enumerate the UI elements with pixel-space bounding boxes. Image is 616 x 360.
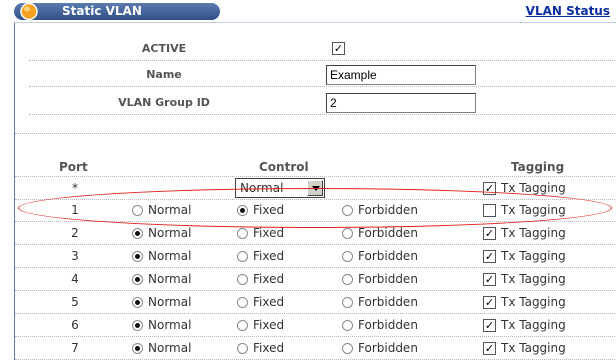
normal-label: Normal (148, 272, 192, 286)
fixed-label: Fixed (253, 318, 285, 332)
table-row: 3 Normal Fixed Forbidden ✓ Tx Tagging (15, 246, 616, 268)
fixed-label: Fixed (253, 272, 285, 286)
port-number: * (72, 181, 78, 195)
tx-tagging-checkbox[interactable]: ✓ (483, 227, 496, 240)
tx-tagging-checkbox[interactable] (483, 204, 496, 217)
normal-label: Normal (148, 295, 192, 309)
control-select[interactable]: Normal (235, 178, 325, 198)
port-number: 4 (71, 272, 79, 286)
chevron-down-icon[interactable] (307, 180, 323, 196)
port-number: 3 (71, 249, 79, 263)
table-row: 4 Normal Fixed Forbidden ✓ Tx Tagging (15, 269, 616, 291)
tx-tagging-label: Tx Tagging (501, 226, 566, 240)
table-row: 6 Normal Fixed Forbidden ✓ Tx Tagging (15, 315, 616, 337)
normal-radio[interactable] (132, 205, 143, 216)
tx-tagging-checkbox[interactable]: ✓ (483, 182, 496, 195)
tx-tagging-checkbox[interactable]: ✓ (483, 296, 496, 309)
tx-tagging-label: Tx Tagging (501, 318, 566, 332)
forbidden-radio[interactable] (342, 343, 353, 354)
forbidden-label: Forbidden (358, 272, 418, 286)
port-number: 7 (71, 341, 79, 355)
table-row: 5 Normal Fixed Forbidden ✓ Tx Tagging (15, 292, 616, 314)
table-row: 7 Normal Fixed Forbidden ✓ Tx Tagging (15, 338, 616, 360)
tx-tagging-checkbox[interactable]: ✓ (483, 342, 496, 355)
fixed-label: Fixed (253, 249, 285, 263)
normal-radio[interactable] (132, 343, 143, 354)
normal-label: Normal (148, 341, 192, 355)
name-row: Name (29, 63, 616, 87)
header-bar: Static VLAN VLAN Status (0, 0, 616, 22)
fixed-radio[interactable] (237, 228, 248, 239)
tx-tagging-label: Tx Tagging (501, 295, 566, 309)
vlan-status-link[interactable]: VLAN Status (526, 4, 610, 18)
tx-tagging-label: Tx Tagging (501, 181, 566, 195)
fixed-radio[interactable] (237, 274, 248, 285)
table-header: Port Control Tagging (15, 157, 616, 177)
col-port: Port (59, 160, 88, 174)
port-number: 2 (71, 226, 79, 240)
forbidden-radio[interactable] (342, 320, 353, 331)
normal-radio[interactable] (132, 274, 143, 285)
fixed-label: Fixed (253, 341, 285, 355)
forbidden-radio[interactable] (342, 297, 353, 308)
normal-label: Normal (148, 203, 192, 217)
tx-tagging-label: Tx Tagging (501, 272, 566, 286)
port-number: 1 (71, 203, 79, 217)
active-label: ACTIVE (141, 42, 187, 55)
active-checkbox[interactable]: ✓ (332, 42, 345, 55)
forbidden-label: Forbidden (358, 203, 418, 217)
tx-tagging-label: Tx Tagging (501, 203, 566, 217)
name-input[interactable] (326, 65, 476, 85)
control-select-value: Normal (240, 181, 284, 195)
forbidden-radio[interactable] (342, 205, 353, 216)
forbidden-radio[interactable] (342, 228, 353, 239)
name-label: Name (146, 68, 182, 81)
page-title: Static VLAN (62, 4, 142, 18)
vlan-group-id-input[interactable] (326, 93, 476, 113)
forbidden-label: Forbidden (358, 226, 418, 240)
normal-radio[interactable] (132, 297, 143, 308)
tx-tagging-checkbox[interactable]: ✓ (483, 273, 496, 286)
table-row: 2 Normal Fixed Forbidden ✓ Tx Tagging (15, 223, 616, 245)
bulb-icon (20, 2, 38, 21)
all-ports-row: * Normal ✓ Tx Tagging (15, 178, 616, 200)
tx-tagging-label: Tx Tagging (501, 341, 566, 355)
vlan-group-id-label: VLAN Group ID (118, 96, 210, 109)
fixed-radio[interactable] (237, 343, 248, 354)
col-control: Control (259, 160, 309, 174)
fixed-label: Fixed (253, 226, 285, 240)
forbidden-radio[interactable] (342, 274, 353, 285)
divider (15, 133, 616, 134)
fixed-radio[interactable] (237, 205, 248, 216)
normal-label: Normal (148, 318, 192, 332)
fixed-radio[interactable] (237, 251, 248, 262)
tx-tagging-checkbox[interactable]: ✓ (483, 250, 496, 263)
fixed-label: Fixed (253, 295, 285, 309)
forbidden-label: Forbidden (358, 295, 418, 309)
static-vlan-panel: ACTIVE ✓ Name VLAN Group ID Port Control… (14, 22, 616, 360)
fixed-label: Fixed (253, 203, 285, 217)
normal-radio[interactable] (132, 251, 143, 262)
table-row: 1 Normal Fixed Forbidden Tx Tagging (15, 200, 616, 222)
normal-label: Normal (148, 249, 192, 263)
forbidden-label: Forbidden (358, 341, 418, 355)
tx-tagging-label: Tx Tagging (501, 249, 566, 263)
vlan-group-id-row: VLAN Group ID (29, 91, 616, 115)
normal-label: Normal (148, 226, 192, 240)
tx-tagging-checkbox[interactable]: ✓ (483, 319, 496, 332)
forbidden-label: Forbidden (358, 249, 418, 263)
active-row: ACTIVE ✓ (29, 37, 616, 61)
fixed-radio[interactable] (237, 320, 248, 331)
normal-radio[interactable] (132, 320, 143, 331)
fixed-radio[interactable] (237, 297, 248, 308)
normal-radio[interactable] (132, 228, 143, 239)
forbidden-radio[interactable] (342, 251, 353, 262)
col-tagging: Tagging (511, 160, 565, 174)
port-number: 5 (71, 295, 79, 309)
port-number: 6 (71, 318, 79, 332)
forbidden-label: Forbidden (358, 318, 418, 332)
